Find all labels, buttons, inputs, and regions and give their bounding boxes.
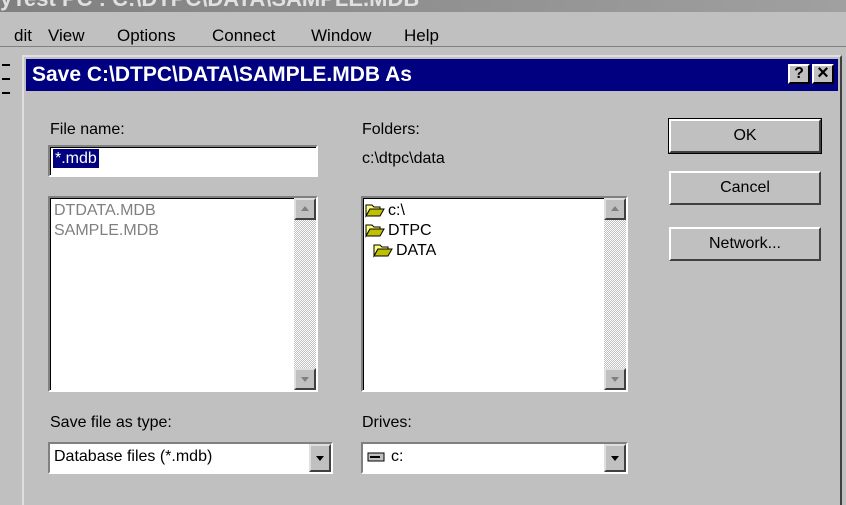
save-type-select[interactable]: Database files (*.mdb) xyxy=(48,442,333,474)
menu-help[interactable]: Help xyxy=(404,26,439,46)
drives-select[interactable]: c: xyxy=(361,442,628,474)
current-path: c:\dtpc\data xyxy=(362,150,445,167)
folders-label: Folders: xyxy=(362,121,420,138)
ok-button[interactable]: OK xyxy=(668,118,822,154)
folder-item-dtpc[interactable]: DTPC xyxy=(365,221,432,240)
save-as-dialog: Save C:\DTPC\DATA\SAMPLE.MDB As ? × File… xyxy=(22,55,842,505)
save-type-label: Save file as type: xyxy=(50,414,172,431)
close-button[interactable]: × xyxy=(812,62,834,84)
cancel-button[interactable]: Cancel xyxy=(669,171,821,205)
chevron-down-icon xyxy=(611,456,619,461)
drives-dropdown-button[interactable] xyxy=(604,444,626,472)
drives-label: Drives: xyxy=(362,414,412,431)
app-menu-bar: dit View Options Connect Window Help xyxy=(0,12,846,47)
menu-window[interactable]: Window xyxy=(311,26,371,46)
scroll-up-button[interactable] xyxy=(294,198,316,220)
chevron-down-icon xyxy=(301,377,309,382)
file-list-scrollbar[interactable] xyxy=(294,198,316,390)
list-item[interactable]: DTDATA.MDB xyxy=(54,201,156,220)
dialog-title-bar[interactable]: Save C:\DTPC\DATA\SAMPLE.MDB As ? × xyxy=(26,59,838,91)
drive-icon xyxy=(367,452,385,461)
menu-view[interactable]: View xyxy=(48,26,85,46)
chevron-down-icon xyxy=(611,377,619,382)
scroll-down-button[interactable] xyxy=(604,368,626,390)
file-name-label: File name: xyxy=(50,121,125,138)
app-title: yTest PC : C:\DTPC\DATA\SAMPLE.MDB xyxy=(0,0,419,12)
chevron-up-icon xyxy=(301,206,309,211)
network-button[interactable]: Network... xyxy=(669,227,821,261)
open-folder-icon xyxy=(365,224,385,238)
folder-name: c:\ xyxy=(388,202,405,219)
app-title-bar: yTest PC : C:\DTPC\DATA\SAMPLE.MDB xyxy=(0,0,846,12)
menu-options[interactable]: Options xyxy=(117,26,176,46)
close-icon: × xyxy=(817,62,829,84)
open-folder-icon xyxy=(365,204,385,218)
drive-value: c: xyxy=(391,448,404,465)
folder-name: DATA xyxy=(396,242,437,259)
save-type-dropdown-button[interactable] xyxy=(309,444,331,472)
folder-tree-scrollbar[interactable] xyxy=(604,198,626,390)
help-button[interactable]: ? xyxy=(788,64,810,84)
save-type-value: Database files (*.mdb) xyxy=(54,448,213,465)
menu-edit[interactable]: dit xyxy=(14,26,32,46)
folder-item-root[interactable]: c:\ xyxy=(365,201,405,220)
folder-item-data[interactable]: DATA xyxy=(373,241,436,260)
folder-name: DTPC xyxy=(388,222,432,239)
folder-tree[interactable]: c:\ DTPC DATA xyxy=(361,196,628,392)
drive-selected: c: xyxy=(367,447,403,466)
scroll-up-button[interactable] xyxy=(604,198,626,220)
file-name-value: *.mdb xyxy=(53,149,99,168)
menu-connect[interactable]: Connect xyxy=(212,26,275,46)
file-name-input[interactable]: *.mdb xyxy=(48,145,318,177)
toolbar-edge xyxy=(0,64,10,124)
scroll-down-button[interactable] xyxy=(294,368,316,390)
chevron-down-icon xyxy=(316,456,324,461)
list-item[interactable]: SAMPLE.MDB xyxy=(54,221,159,240)
open-folder-icon xyxy=(373,244,393,258)
file-list[interactable]: DTDATA.MDB SAMPLE.MDB xyxy=(48,196,318,392)
dialog-title: Save C:\DTPC\DATA\SAMPLE.MDB As xyxy=(32,63,412,86)
help-icon: ? xyxy=(794,65,804,82)
chevron-up-icon xyxy=(611,206,619,211)
